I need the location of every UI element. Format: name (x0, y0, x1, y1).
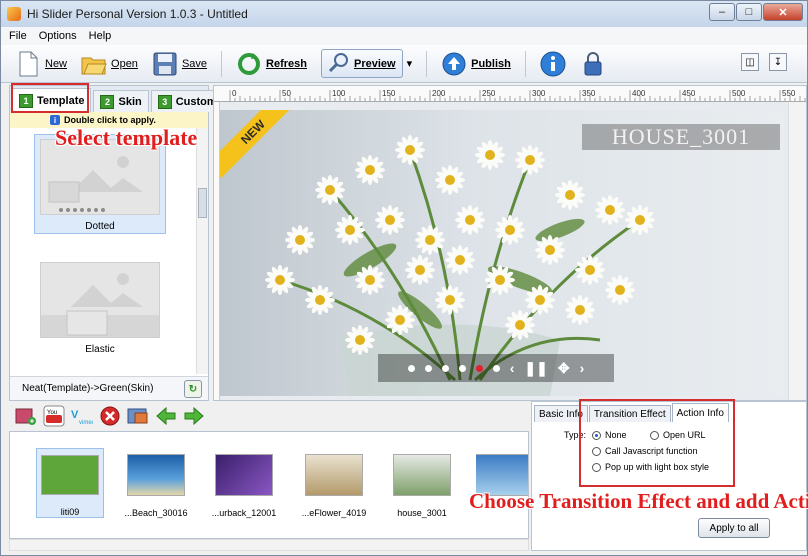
menu-bar: File Options Help (1, 27, 807, 45)
annotation-choose-transition: Choose Transition Effect and add Action (469, 489, 808, 513)
canvas-scrollbar[interactable] (788, 102, 806, 400)
svg-text:You: You (47, 410, 57, 416)
folder-open-icon (81, 51, 107, 77)
template-scrollbar[interactable] (196, 128, 208, 374)
slide-thumbnail (305, 454, 363, 496)
slider-dot[interactable] (441, 364, 449, 372)
preview-dropdown-icon[interactable]: ▾ (407, 57, 413, 70)
svg-text:vimeo: vimeo (79, 420, 93, 426)
edit-image-button[interactable] (127, 405, 149, 427)
new-document-icon (15, 51, 41, 77)
refresh-icon (236, 51, 262, 77)
ruler-label: 300 (532, 89, 546, 98)
ruler-label: 550 (782, 89, 796, 98)
open-button[interactable]: Open (81, 51, 138, 77)
ruler-label: 450 (682, 89, 696, 98)
template-item-elastic[interactable]: Elastic (34, 258, 166, 358)
slide-thumbnail (127, 454, 185, 496)
apply-to-all-button[interactable]: Apply to all (698, 518, 770, 538)
action-tab-highlight (579, 399, 735, 487)
slider-controls: ‹ ❚❚ ✥ › (378, 354, 614, 382)
apply-refresh-button[interactable]: ↻ (184, 380, 202, 398)
slides-toolbar: You Vvimeo (9, 403, 529, 429)
annotation-select-template: Select template (55, 125, 198, 150)
ruler-label: 100 (332, 89, 346, 98)
slider-dot[interactable] (407, 364, 415, 372)
slide-thumbnail (215, 454, 273, 496)
next-arrow-icon[interactable]: › (580, 360, 585, 376)
tab-skin[interactable]: 2 Skin (93, 90, 149, 112)
panel-toggle-button[interactable]: ↧ (769, 53, 787, 71)
close-button[interactable]: ✕ (763, 3, 803, 21)
slide-item[interactable]: ...Beach_30016 (122, 448, 190, 518)
svg-text:V: V (71, 409, 79, 421)
new-button[interactable]: New (15, 51, 67, 77)
minimize-button[interactable]: – (709, 3, 735, 21)
slider-dot[interactable] (492, 364, 500, 372)
slide-item[interactable]: ...eFlower_4019 (300, 448, 368, 518)
ruler-label: 50 (282, 89, 291, 98)
save-button[interactable]: Save (152, 51, 207, 77)
main-toolbar: New Open Save Refresh Preview ▾ Publish … (1, 45, 807, 83)
ruler-label: 250 (482, 89, 496, 98)
register-button[interactable] (580, 51, 606, 77)
ruler-label: 400 (632, 89, 646, 98)
fullscreen-icon[interactable]: ✥ (558, 360, 570, 377)
lock-icon (580, 51, 606, 77)
move-right-icon[interactable] (183, 405, 205, 427)
slide-thumbnail (393, 454, 451, 496)
menu-help[interactable]: Help (89, 30, 112, 42)
slider-dot[interactable] (475, 364, 483, 372)
template-thumbnail (40, 262, 160, 338)
ruler-label: 0 (232, 89, 237, 98)
refresh-icon: ↻ (188, 383, 198, 395)
layout-toggle-button[interactable]: ◫ (741, 53, 759, 71)
about-button[interactable] (540, 51, 566, 77)
ruler-label: 200 (432, 89, 446, 98)
ruler-label: 500 (732, 89, 746, 98)
slide-watermark: HOUSE_3001 (582, 124, 780, 150)
slide-thumbnail (41, 455, 99, 495)
app-icon (7, 7, 21, 21)
title-bar: Hi Slider Personal Version 1.0.3 - Untit… (1, 1, 807, 27)
slide-item[interactable]: liti09 (36, 448, 104, 518)
publish-button[interactable]: Publish (441, 51, 511, 77)
move-left-icon[interactable] (155, 405, 177, 427)
ruler-label: 350 (582, 89, 596, 98)
slide-item[interactable]: house_3001 (388, 448, 456, 518)
slide-stage[interactable]: NEW HOUSE_3001 ‹ ❚❚ ✥ › (220, 110, 784, 396)
info-icon: i (50, 115, 60, 125)
template-status: Neat(Template)->Green(Skin) ↻ (10, 376, 208, 400)
slider-dot[interactable] (458, 364, 466, 372)
add-vimeo-button[interactable]: Vvimeo (71, 405, 93, 427)
floppy-disk-icon (152, 51, 178, 77)
delete-button[interactable] (99, 405, 121, 427)
refresh-button[interactable]: Refresh (236, 51, 307, 77)
horizontal-ruler: 0 50 100 150 200 250 300 350 400 450 500 550 (214, 86, 806, 102)
add-image-button[interactable] (15, 405, 37, 427)
preview-canvas: 0 50 100 150 200 250 300 350 400 450 500 550 (213, 85, 807, 401)
preview-button[interactable]: Preview (320, 49, 403, 78)
slider-dot[interactable] (424, 364, 432, 372)
add-youtube-button[interactable]: You (43, 405, 65, 427)
menu-options[interactable]: Options (39, 30, 77, 42)
magnifier-icon (328, 52, 350, 75)
prev-arrow-icon[interactable]: ‹ (510, 360, 515, 376)
slides-gallery: liti09 ...Beach_30016 ...urback_12001 ..… (9, 431, 529, 539)
app-window: Hi Slider Personal Version 1.0.3 - Untit… (0, 0, 808, 556)
publish-arrow-icon (441, 51, 467, 77)
maximize-button[interactable]: □ (736, 3, 762, 21)
pause-icon[interactable]: ❚❚ (524, 360, 547, 377)
gallery-scrollbar[interactable] (9, 539, 529, 551)
template-tab-highlight (11, 83, 89, 113)
menu-file[interactable]: File (9, 30, 27, 42)
window-title: Hi Slider Personal Version 1.0.3 - Untit… (27, 7, 248, 21)
info-icon (540, 51, 566, 77)
slide-item[interactable]: ...urback_12001 (210, 448, 278, 518)
ruler-label: 150 (382, 89, 396, 98)
